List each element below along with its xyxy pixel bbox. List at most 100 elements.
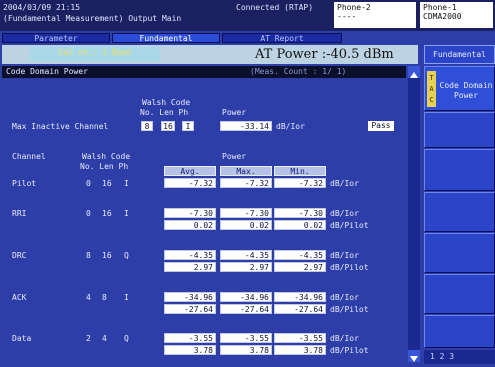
ior-value-cell: -3.55 <box>220 333 272 343</box>
phone2-box: Phone-2 ---- <box>334 2 416 28</box>
softkey-code-domain-power[interactable]: T A C Code Domain Power <box>424 66 495 111</box>
power-header-2: Power <box>222 152 247 161</box>
channel-walsh-len: 16 <box>102 251 112 260</box>
tab-fundamental[interactable]: Fundamental <box>112 33 220 43</box>
ior-value-cell: -7.32 <box>220 178 272 188</box>
softkey-4[interactable] <box>424 192 495 232</box>
instrument-screen: 2004/03/09 21:15 (Fundamental Measuremen… <box>0 0 495 367</box>
max-inactive-power: -33.14 <box>220 121 272 131</box>
pilot-value-cell: 3.78 <box>274 345 326 355</box>
softkey-code-domain-power-label: Code Domain Power <box>439 81 493 100</box>
channel-walsh-ph: I <box>124 209 129 218</box>
pilot-value-cell: 2.97 <box>274 262 326 272</box>
cal-channel-label-box: Cal ch.: 1 Band <box>30 47 160 61</box>
channel-name: DRC <box>12 251 27 260</box>
meas-count: (Meas. Count : 1/ 1) <box>250 67 347 76</box>
softkey-7[interactable] <box>424 315 495 348</box>
max-inactive-unit: dB/Ior <box>276 122 305 131</box>
phone1-label: Phone-1 <box>423 3 457 12</box>
channel-walsh-ph: Q <box>124 251 129 260</box>
power-header: Power <box>222 108 247 117</box>
cal-channel-label: Cal ch.: 1 Band <box>58 48 132 57</box>
softkey-2[interactable] <box>424 112 495 148</box>
pilot-value-cell: 3.78 <box>164 345 216 355</box>
pilot-value-cell: 2.97 <box>164 262 216 272</box>
col-max: Max. <box>220 166 272 176</box>
unit-ior: dB/Ior <box>330 209 359 218</box>
phone2-value: ---- <box>337 12 357 21</box>
ior-value-cell: -34.96 <box>164 292 216 302</box>
no-len-ph-header: No. Len Ph <box>140 108 189 117</box>
walsh-code-header-2: Walsh Code <box>82 152 131 161</box>
channel-walsh-len: 4 <box>102 334 107 343</box>
channel-name: Pilot <box>12 179 37 188</box>
ior-value-cell: -7.30 <box>164 208 216 218</box>
side-title: Fundamental <box>433 50 486 59</box>
side-title-box: Fundamental <box>424 45 495 64</box>
ior-value-cell: -34.96 <box>274 292 326 302</box>
scrollbar[interactable] <box>408 66 420 362</box>
pilot-value-cell: 2.97 <box>220 262 272 272</box>
unit-ior: dB/Ior <box>330 179 359 188</box>
datetime: 2004/03/09 21:15 <box>3 3 81 12</box>
softkey-6[interactable] <box>424 274 495 314</box>
channel-walsh-ph: I <box>124 293 129 302</box>
scroll-up-arrow-icon[interactable] <box>408 66 420 78</box>
softkey-5[interactable] <box>424 233 495 273</box>
ior-value-cell: -7.30 <box>274 208 326 218</box>
unit-pilot: dB/Pilot <box>330 263 369 272</box>
pass-indicator: Pass <box>368 121 394 131</box>
phone2-label: Phone-2 <box>337 3 371 12</box>
connection-status: Connected (RTAP) <box>236 3 314 12</box>
channel-walsh-ph: I <box>124 179 129 188</box>
channel-walsh-len: 16 <box>102 179 112 188</box>
channel-walsh-no: 8 <box>86 251 91 260</box>
panel-title: Code Domain Power <box>6 67 88 76</box>
pilot-value-cell: 3.78 <box>220 345 272 355</box>
softkey-3[interactable] <box>424 149 495 191</box>
pilot-value-cell: -27.64 <box>220 304 272 314</box>
channel-walsh-no: 0 <box>86 179 91 188</box>
ior-value-cell: -4.35 <box>220 250 272 260</box>
ior-value-cell: -7.30 <box>220 208 272 218</box>
marker-letters: T A C <box>429 74 434 104</box>
unit-ior: dB/Ior <box>330 293 359 302</box>
ior-value-cell: -7.32 <box>164 178 216 188</box>
walsh-code-header: Walsh Code <box>142 98 191 107</box>
max-inactive-label: Max Inactive Channel <box>12 122 109 131</box>
channel-walsh-len: 16 <box>102 209 112 218</box>
unit-pilot: dB/Pilot <box>330 221 369 230</box>
channel-header: Channel <box>12 152 46 161</box>
ior-value-cell: -4.35 <box>274 250 326 260</box>
pilot-value-cell: -27.64 <box>164 304 216 314</box>
phone1-box: Phone-1 CDMA2000 <box>420 2 493 28</box>
at-power-readout: AT Power :-40.5 dBm <box>255 47 394 62</box>
tab-parameter[interactable]: Parameter <box>2 33 110 43</box>
page-numbers: 1 2 3 <box>430 352 455 361</box>
channel-walsh-len: 8 <box>102 293 107 302</box>
channel-walsh-no: 2 <box>86 334 91 343</box>
scroll-down-arrow-icon[interactable] <box>408 350 420 362</box>
pilot-value-cell: 0.02 <box>164 220 216 230</box>
max-inactive-ph: I <box>182 121 194 131</box>
max-inactive-len: 16 <box>161 121 175 131</box>
measurement-mode: (Fundamental Measurement) Output Main <box>3 14 182 23</box>
channel-name: ACK <box>12 293 27 302</box>
ior-value-cell: -4.35 <box>164 250 216 260</box>
tab-at-report[interactable]: AT Report <box>222 33 342 43</box>
channel-walsh-no: 0 <box>86 209 91 218</box>
col-avg: Avg. <box>164 166 216 176</box>
pilot-value-cell: -27.64 <box>274 304 326 314</box>
unit-pilot: dB/Pilot <box>330 346 369 355</box>
ior-value-cell: -7.32 <box>274 178 326 188</box>
ior-value-cell: -3.55 <box>274 333 326 343</box>
unit-ior: dB/Ior <box>330 251 359 260</box>
ior-value-cell: -34.96 <box>220 292 272 302</box>
ior-value-cell: -3.55 <box>164 333 216 343</box>
channel-walsh-no: 4 <box>86 293 91 302</box>
unit-ior: dB/Ior <box>330 334 359 343</box>
max-inactive-no: 8 <box>141 121 153 131</box>
phone1-value: CDMA2000 <box>423 12 462 21</box>
channel-name: RRI <box>12 209 27 218</box>
page-indicator: 1 2 3 <box>424 350 495 364</box>
